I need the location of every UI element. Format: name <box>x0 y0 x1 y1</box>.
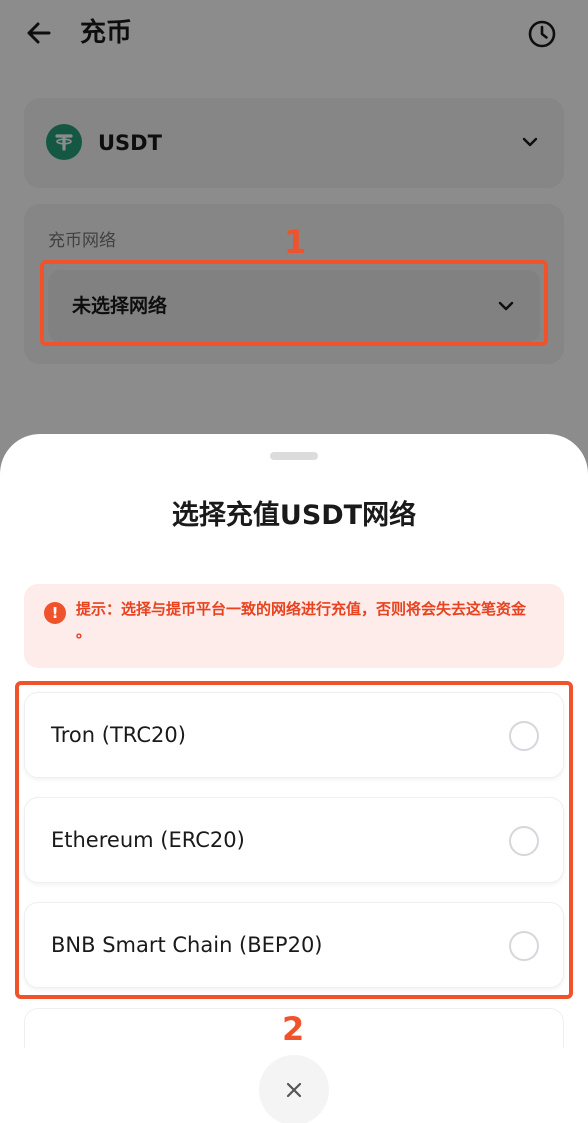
annotation-box-1 <box>40 260 548 346</box>
annotation-box-2 <box>15 681 573 999</box>
drag-handle[interactable] <box>270 452 318 460</box>
annotation-number-1: 1 <box>284 223 307 261</box>
annotation-number-2: 2 <box>282 1010 305 1048</box>
close-icon <box>286 1082 302 1098</box>
close-button[interactable] <box>259 1055 329 1123</box>
sheet-title: 选择充值USDT网络 <box>171 500 417 531</box>
exclamation-icon: ! <box>44 602 66 624</box>
warning-text: 提示：选择与提币平台一致的网络进行充值，否则将会失去这笔资金 。 <box>76 600 527 641</box>
network-bottom-sheet: 选择充值USDT网络 ! 提示：选择与提币平台一致的网络进行充值，否则将会失去这… <box>0 434 588 1123</box>
warning-tip: ! 提示：选择与提币平台一致的网络进行充值，否则将会失去这笔资金 。 <box>24 584 564 668</box>
